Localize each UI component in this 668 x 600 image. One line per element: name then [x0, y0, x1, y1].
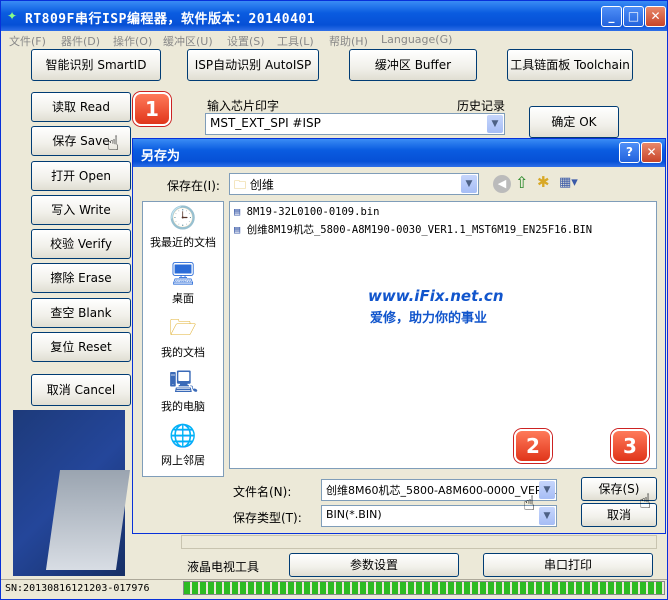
- read-button[interactable]: 读取 Read: [31, 92, 131, 122]
- menu-bar: 文件(F) 器件(D) 操作(O) 缓冲区(U) 设置(S) 工具(L) 帮助(…: [1, 31, 667, 49]
- recent-docs-icon: 🕒: [169, 206, 197, 231]
- maximize-button[interactable]: □: [623, 6, 644, 27]
- save-in-label: 保存在(I):: [167, 179, 220, 193]
- save-as-dialog: 另存为 ? ✕ 保存在(I): 🗀 创维 ▼ ◀ ⇧ ✱ ▦▾ 🕒 我最近的文档…: [132, 138, 666, 534]
- step-marker-2: 2: [514, 429, 552, 463]
- autoisp-button[interactable]: ISP自动识别 AutoISP: [187, 49, 319, 81]
- serial-print-button[interactable]: 串口打印: [483, 553, 653, 577]
- history-label: 历史记录: [457, 99, 506, 113]
- place-desktop[interactable]: 🖥 桌面: [143, 262, 223, 306]
- title-bar: ✦ RT809F串行ISP编程器，软件版本：20140401 _ □ ✕: [1, 1, 667, 31]
- blank-button[interactable]: 查空 Blank: [31, 298, 131, 328]
- tv-tools-label: 液晶电视工具: [187, 560, 260, 574]
- cancel-button[interactable]: 取消 Cancel: [31, 374, 131, 406]
- close-button[interactable]: ✕: [645, 6, 666, 27]
- chevron-down-icon[interactable]: ▼: [539, 481, 555, 499]
- documents-folder-icon: 🗁: [169, 316, 197, 341]
- menu-tools[interactable]: 工具(L): [277, 33, 314, 49]
- save-in-combo[interactable]: 🗀 创维 ▼: [229, 173, 479, 195]
- step-marker-1: 1: [133, 92, 171, 126]
- serial-number: SN:20130816121203-017976: [5, 583, 150, 594]
- toolchain-button[interactable]: 工具链面板 Toolchain: [507, 49, 633, 81]
- menu-help[interactable]: 帮助(H): [329, 33, 368, 49]
- menu-settings[interactable]: 设置(S): [227, 33, 265, 49]
- ok-button[interactable]: 确定 OK: [529, 106, 619, 138]
- computer-icon: 🖳: [169, 370, 199, 395]
- save-in-value: 创维: [249, 178, 274, 192]
- place-my-computer[interactable]: 🖳 我的电脑: [143, 370, 223, 414]
- erase-button[interactable]: 擦除 Erase: [31, 263, 131, 293]
- hand-cursor-icon: ☝: [107, 131, 120, 155]
- watermark-slogan: 爱修，助力你的事业: [370, 311, 488, 326]
- dialog-title-bar: 另存为 ? ✕: [133, 139, 665, 167]
- device-image: [13, 410, 131, 576]
- chevron-down-icon[interactable]: ▼: [539, 507, 555, 525]
- write-button[interactable]: 写入 Write: [31, 195, 131, 225]
- bin-file-icon: ▤: [234, 224, 241, 236]
- filetype-select[interactable]: BIN(*.BIN) ▼: [321, 505, 557, 527]
- menu-language[interactable]: Language(G): [381, 33, 452, 46]
- buffer-button[interactable]: 缓冲区 Buffer: [349, 49, 477, 81]
- chip-combo[interactable]: MST_EXT_SPI #ISP ▼: [205, 113, 505, 135]
- new-folder-icon[interactable]: ✱: [537, 173, 550, 191]
- progress-bar: [183, 581, 665, 595]
- menu-buffer[interactable]: 缓冲区(U): [163, 33, 213, 49]
- watermark-url: www.iFix.net.cn: [368, 287, 504, 305]
- help-button[interactable]: ?: [619, 142, 640, 163]
- main-window: ✦ RT809F串行ISP编程器，软件版本：20140401 _ □ ✕ 文件(…: [0, 0, 668, 600]
- view-menu-icon[interactable]: ▦▾: [559, 175, 578, 190]
- param-settings-button[interactable]: 参数设置: [289, 553, 459, 577]
- network-icon: 🌐: [169, 424, 197, 449]
- desktop-icon: 🖥: [169, 262, 197, 287]
- smartid-button[interactable]: 智能识别 SmartID: [31, 49, 161, 81]
- up-folder-icon[interactable]: ⇧: [515, 173, 528, 192]
- hand-cursor-icon: ☝: [639, 489, 652, 513]
- folder-icon: 🗀: [234, 178, 247, 192]
- filetype-value: BIN(*.BIN): [326, 508, 382, 521]
- menu-file[interactable]: 文件(F): [9, 33, 46, 49]
- hand-cursor-icon: ☝: [523, 491, 536, 515]
- list-item[interactable]: ▤ 8M19-32L0100-0109.bin: [234, 206, 379, 218]
- back-icon[interactable]: ◀: [493, 175, 511, 193]
- step-marker-3: 3: [611, 429, 649, 463]
- file-list: ▤ 8M19-32L0100-0109.bin ▤ 创维8M19机芯_5800-…: [229, 201, 657, 469]
- window-title: RT809F串行ISP编程器，软件版本：20140401: [25, 12, 316, 27]
- chip-value: MST_EXT_SPI #ISP: [210, 116, 321, 130]
- chevron-down-icon[interactable]: ▼: [461, 175, 477, 193]
- place-network[interactable]: 🌐 网上邻居: [143, 424, 223, 468]
- filename-input[interactable]: 创维8M60机芯_5800-A8M600-0000_VER01.BIN ▼: [321, 479, 557, 501]
- places-bar: 🕒 我最近的文档 🖥 桌面 🗁 我的文档 🖳 我的电脑 🌐 网上邻居: [142, 201, 224, 477]
- place-my-documents[interactable]: 🗁 我的文档: [143, 316, 223, 360]
- minimize-button[interactable]: _: [601, 6, 622, 27]
- filetype-label: 保存类型(T):: [233, 511, 302, 525]
- bin-file-icon: ▤: [234, 206, 241, 218]
- app-icon: ✦: [7, 9, 18, 23]
- chip-input-label: 输入芯片印字: [207, 99, 280, 113]
- chevron-down-icon[interactable]: ▼: [487, 115, 503, 133]
- dialog-close-button[interactable]: ✕: [641, 142, 662, 163]
- open-button[interactable]: 打开 Open: [31, 161, 131, 191]
- place-recent[interactable]: 🕒 我最近的文档: [143, 206, 223, 250]
- filename-label: 文件名(N):: [233, 485, 292, 499]
- verify-button[interactable]: 校验 Verify: [31, 229, 131, 259]
- menu-operation[interactable]: 操作(O): [113, 33, 152, 49]
- reset-button[interactable]: 复位 Reset: [31, 332, 131, 362]
- list-item[interactable]: ▤ 创维8M19机芯_5800-A8M190-0030_VER1.1_MST6M…: [234, 222, 592, 237]
- dialog-title: 另存为: [141, 149, 181, 164]
- bottom-scroll-area: [181, 535, 657, 549]
- menu-device[interactable]: 器件(D): [61, 33, 100, 49]
